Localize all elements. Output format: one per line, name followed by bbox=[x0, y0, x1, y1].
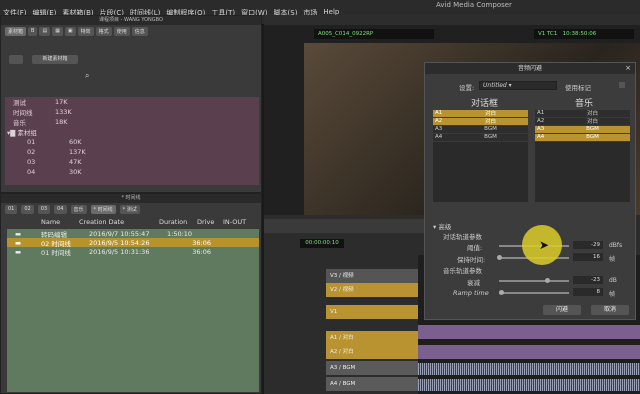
tab-icon-2[interactable]: ▤ bbox=[39, 27, 51, 36]
music-map-a4[interactable]: A4 BGM bbox=[535, 134, 630, 142]
track-a2[interactable]: A2 / 对白 bbox=[326, 345, 418, 359]
use-marker-label: 使用标记 bbox=[565, 84, 591, 92]
clip-segment[interactable] bbox=[418, 325, 640, 339]
track-a4[interactable]: A4 / BGM bbox=[326, 377, 418, 391]
new-bin-button[interactable]: 新建素材箱 bbox=[32, 55, 78, 64]
hold-unit: 帧 bbox=[609, 256, 616, 263]
dialogue-map-area bbox=[433, 142, 528, 202]
project-title: 课程项目 - WANG YONGBO bbox=[1, 16, 261, 25]
folder-icon: ▾▇ bbox=[7, 129, 18, 137]
tab-icon-4[interactable]: ▣ bbox=[64, 27, 76, 36]
tab-info[interactable]: 信息 bbox=[131, 27, 148, 36]
project-bin-list: 测试 17K 时间线 133K 音乐 18K ▾▇ 素材组 01 60K 02 137K … bbox=[5, 97, 259, 185]
bin-tab[interactable]: 音乐 bbox=[70, 205, 87, 214]
dialogue-map-a2[interactable]: A2 对白 bbox=[433, 118, 528, 126]
bin-list: ▬ 转码编辑 2016/9/7 10:55:47 1:50:10 ▬ 02 时间线 201… bbox=[7, 229, 259, 392]
threshold-label: 阈值: bbox=[467, 244, 483, 252]
tab-format[interactable]: 格式 bbox=[95, 27, 112, 36]
list-item[interactable]: ▾▇ 素材组 bbox=[5, 127, 259, 137]
bin-menu-icon[interactable] bbox=[9, 55, 23, 64]
music-map-a2[interactable]: A2 对白 bbox=[535, 118, 630, 126]
hold-value[interactable]: 16 bbox=[573, 253, 603, 261]
dialogue-map-a3[interactable]: A3 BGM bbox=[433, 126, 528, 134]
tab-usage[interactable]: 使用 bbox=[113, 27, 130, 36]
timecode-display[interactable]: V1 TC1 10:38:50:06 bbox=[534, 29, 634, 39]
project-tabs: 素材箱 B ▤ ▦ ▣ 特效 格式 使用 信息 bbox=[1, 25, 261, 38]
list-item[interactable]: 音乐 18K bbox=[5, 117, 259, 127]
bin-tab[interactable]: 03 bbox=[37, 205, 51, 214]
dialogue-params-label: 对话轨道参数 bbox=[443, 233, 482, 241]
settings-select[interactable]: Untitled ▾ bbox=[479, 81, 557, 90]
track-v3[interactable]: V3 / 视频 bbox=[326, 269, 418, 283]
bin-tabs: 01 02 03 04 音乐 * 时间线 * 测试 bbox=[1, 203, 261, 216]
close-icon[interactable]: × bbox=[625, 63, 631, 74]
settings-label: 设置: bbox=[459, 84, 475, 92]
bin-column-headers: Name Creation Date Duration Drive IN-OUT bbox=[41, 218, 247, 226]
threshold-unit: dBfs bbox=[609, 242, 623, 249]
track-v1[interactable]: V1 bbox=[326, 305, 418, 319]
music-params-label: 音乐轨道参数 bbox=[443, 267, 482, 275]
timeline-timecode[interactable]: 00:00:00:10 bbox=[300, 239, 344, 248]
composer-titlebar bbox=[264, 15, 640, 25]
audio-waveform[interactable] bbox=[418, 363, 640, 375]
pointer-icon: ➤ bbox=[539, 238, 550, 252]
dialog-title: 音频闪避 × bbox=[425, 63, 635, 74]
music-header: 音乐 bbox=[575, 99, 594, 109]
track-a1[interactable]: A1 / 对白 bbox=[326, 331, 418, 345]
audio-waveform[interactable] bbox=[418, 379, 640, 391]
list-item[interactable]: 03 47K bbox=[5, 157, 259, 167]
cancel-button[interactable]: 取消 bbox=[591, 305, 629, 315]
tab-icon-1[interactable]: B bbox=[28, 27, 38, 36]
tab-icon-3[interactable]: ▦ bbox=[52, 27, 63, 36]
attenuation-value[interactable]: -23 bbox=[573, 276, 603, 284]
ramp-unit: 帧 bbox=[609, 291, 616, 298]
attenuation-slider[interactable] bbox=[499, 280, 569, 282]
bin-tab[interactable]: 01 bbox=[5, 205, 18, 214]
bin-tab[interactable]: * 时间线 bbox=[90, 205, 116, 214]
hold-slider-knob[interactable] bbox=[497, 255, 502, 260]
music-map-area bbox=[535, 142, 630, 202]
duck-button[interactable]: 闪避 bbox=[543, 305, 581, 315]
ramp-slider[interactable] bbox=[499, 292, 569, 294]
ramp-label: Ramp time bbox=[453, 289, 489, 297]
clip-name[interactable]: A005_C014_0922RP bbox=[314, 29, 434, 39]
clip-segment[interactable] bbox=[418, 345, 640, 359]
use-marker-checkbox[interactable] bbox=[619, 82, 625, 88]
list-item[interactable]: 测试 17K bbox=[5, 97, 259, 107]
list-item[interactable]: 02 137K bbox=[5, 147, 259, 157]
bin-title: * 时间线 bbox=[1, 194, 261, 203]
timeline-bin-panel: * 时间线 01 02 03 04 音乐 * 时间线 * 测试 Name Cre… bbox=[0, 193, 262, 394]
audio-ducking-dialog: 音频闪避 × 设置: Untitled ▾ 使用标记 对话框 音乐 A1 对白 A2… bbox=[424, 62, 636, 320]
dialogue-map-a4[interactable]: A4 BGM bbox=[433, 134, 528, 142]
music-map-a3[interactable]: A3 BGM bbox=[535, 126, 630, 134]
list-item[interactable]: 时间线 133K bbox=[5, 107, 259, 117]
track-v2[interactable]: V2 / 视频 bbox=[326, 283, 418, 297]
tab-effects[interactable]: 特效 bbox=[77, 27, 94, 36]
list-item[interactable]: 01 60K bbox=[5, 137, 259, 147]
hold-label: 保持时间: bbox=[457, 256, 486, 264]
search-icon[interactable]: ⌕ bbox=[85, 71, 89, 81]
attenuation-label: 衰减 bbox=[467, 279, 480, 287]
tab-bins[interactable]: 素材箱 bbox=[5, 27, 27, 36]
timeline-toolbar[interactable] bbox=[264, 219, 424, 233]
list-item[interactable]: 04 30K bbox=[5, 167, 259, 177]
attenuation-unit: dB bbox=[609, 277, 617, 284]
project-panel: 课程项目 - WANG YONGBO 素材箱 B ▤ ▦ ▣ 特效 格式 使用 … bbox=[0, 15, 262, 193]
attenuation-slider-knob[interactable] bbox=[545, 278, 550, 283]
bin-tab[interactable]: * 测试 bbox=[119, 205, 140, 214]
dialogue-header: 对话框 bbox=[471, 99, 499, 109]
ramp-value[interactable]: 8 bbox=[573, 288, 603, 296]
bin-tab[interactable]: 04 bbox=[54, 205, 67, 214]
track-a3[interactable]: A3 / BGM bbox=[326, 361, 418, 375]
ramp-slider-knob[interactable] bbox=[499, 290, 504, 295]
bin-tab[interactable]: 02 bbox=[21, 205, 34, 214]
threshold-value[interactable]: -29 bbox=[573, 241, 603, 249]
app-title: Avid Media Composer bbox=[436, 1, 512, 9]
table-row[interactable]: ▬ 01 时间线 2016/9/5 10:31:36 36:06 bbox=[7, 247, 259, 257]
advanced-toggle[interactable]: ▾ 高级 bbox=[433, 221, 451, 231]
